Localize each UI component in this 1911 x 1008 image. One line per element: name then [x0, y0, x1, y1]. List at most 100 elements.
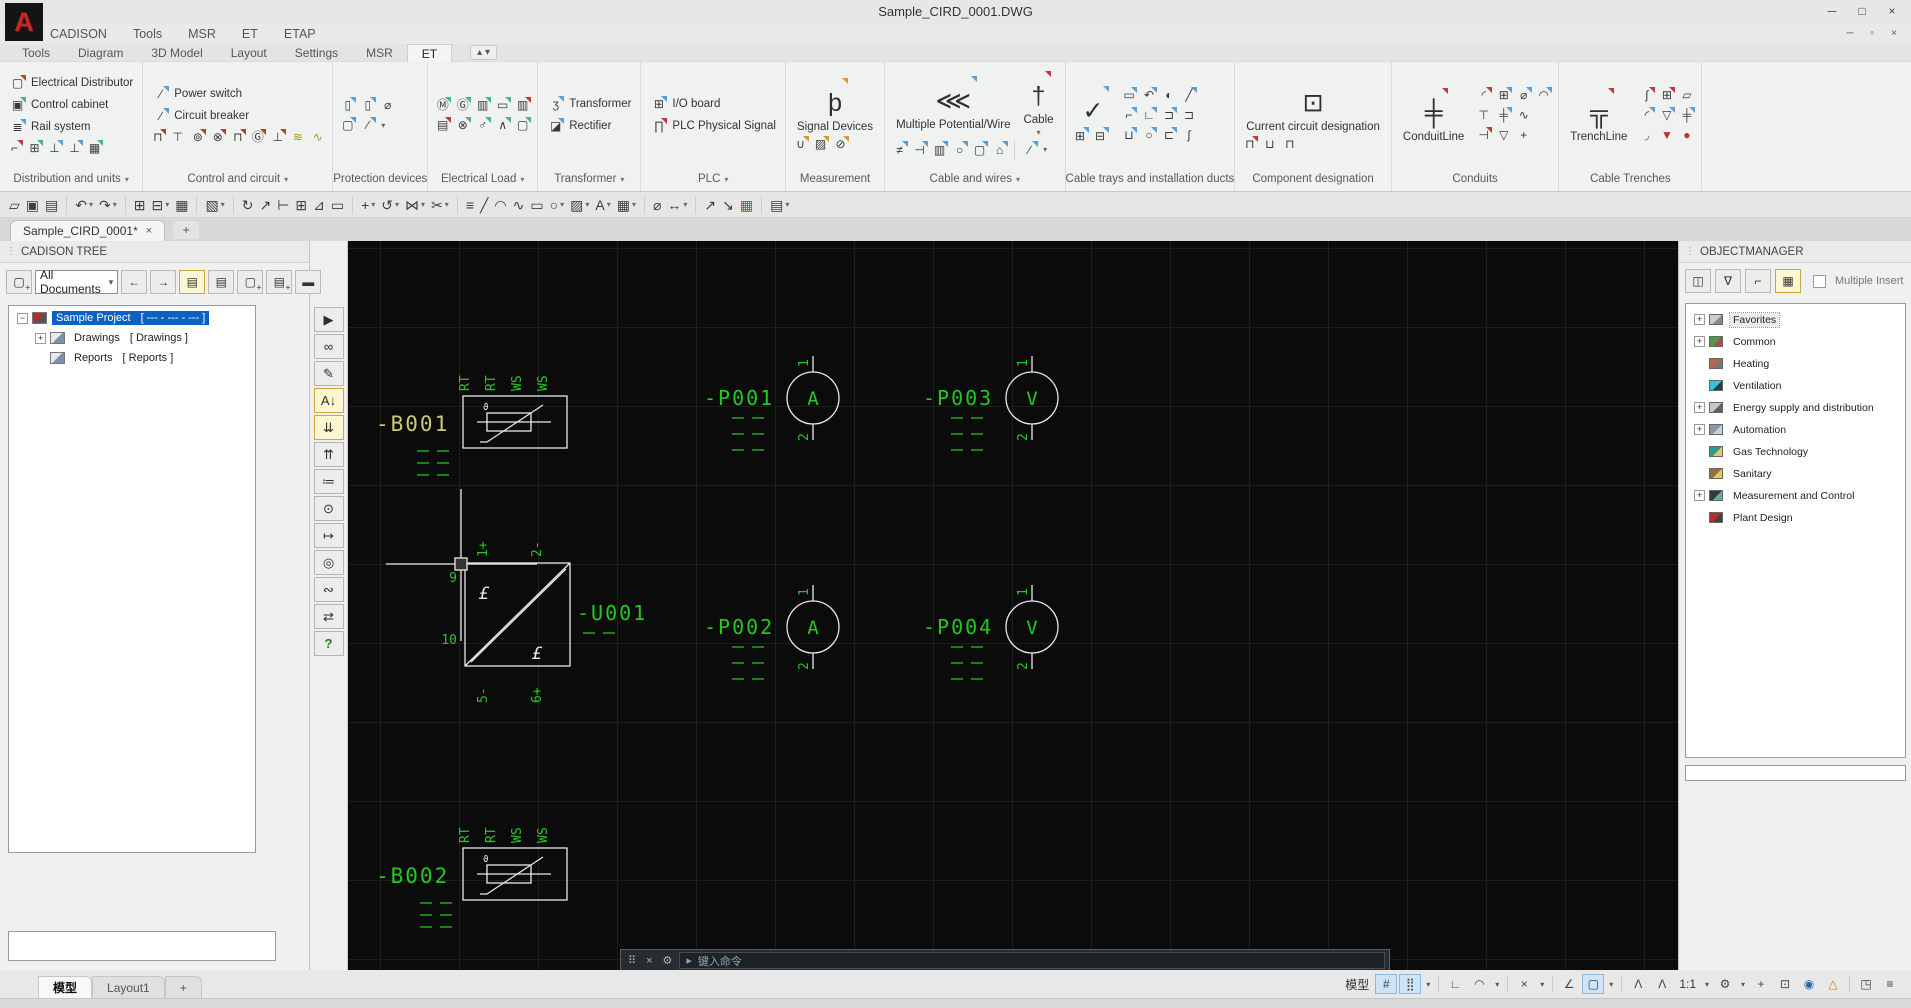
annotation-autoscale-toggle[interactable]: Λ — [1651, 974, 1673, 994]
sheet-set-button[interactable]: ⊟▾ — [148, 194, 172, 216]
sensor-b001-characteristic[interactable] — [480, 405, 543, 442]
sort-alpha-button[interactable]: A↓ — [314, 388, 344, 413]
ribbon-tab-layout[interactable]: Layout — [217, 44, 281, 62]
cabinet-grid-button[interactable]: ⊞ — [26, 140, 43, 157]
document-tab[interactable]: Sample_CIRD_0001*× — [10, 220, 165, 241]
osnap-caret[interactable]: ▾ — [1606, 974, 1616, 994]
child-minimize-button[interactable]: ─ — [1839, 25, 1861, 41]
plug-button[interactable]: ♂ — [474, 117, 491, 134]
earth-bar-button[interactable]: ⊥ — [46, 140, 63, 157]
annotation-visibility-toggle[interactable]: Λ — [1627, 974, 1649, 994]
meter-p003-terminal-2[interactable]: 2 — [1016, 433, 1031, 441]
meter-p002-designation[interactable]: -P002 — [704, 615, 774, 639]
close-button[interactable]: × — [1877, 0, 1907, 22]
meter-p001-terminal-2[interactable]: 2 — [797, 433, 812, 441]
fuse-switch-button[interactable]: ▢ — [339, 117, 356, 134]
tree-expander[interactable]: + — [35, 333, 46, 344]
menu-item-etap[interactable]: ETAP — [284, 27, 316, 41]
duct-straight-button[interactable]: ▭ — [1120, 87, 1137, 104]
new-table-button[interactable]: ▦ — [172, 194, 191, 216]
fuse-holder-button[interactable]: ▯ — [339, 97, 356, 114]
line[interactable] — [471, 569, 566, 662]
cable-button[interactable]: †Cable▾ — [1018, 71, 1058, 137]
trim-button[interactable]: ✂▾ — [428, 194, 452, 216]
om-filter-button[interactable]: ∇ — [1715, 269, 1741, 293]
tree-expander[interactable]: + — [1694, 402, 1705, 413]
sheet-settings-button[interactable]: ▤▾ — [767, 194, 792, 216]
connection-point-button[interactable]: ⊣ — [911, 141, 928, 158]
ribbon-tab-et[interactable]: ET — [407, 44, 452, 62]
distributor-strip-button[interactable]: ⌐ — [6, 140, 23, 157]
power-switch-button[interactable]: ∕Power switch — [149, 85, 245, 104]
circuit-breaker-button[interactable]: ∕Circuit breaker — [149, 107, 252, 126]
om-item-heating[interactable]: Heating — [1686, 356, 1905, 371]
meter-p004-terminal-2[interactable]: 2 — [1016, 662, 1031, 670]
trench-sbend-button[interactable]: ∫ — [1638, 87, 1655, 104]
zoom-object-button[interactable]: ⊙ — [314, 496, 344, 521]
cable-tray-button[interactable]: ✓ — [1072, 86, 1115, 124]
signal-percent-button[interactable]: ▨ — [812, 136, 829, 153]
io-board-button[interactable]: ⊞I/O board — [647, 95, 723, 114]
geolocation-button[interactable]: ◉ — [1798, 974, 1820, 994]
annotation-scale-caret[interactable]: ▾ — [1702, 974, 1712, 994]
converter-u001-terminal-6plus[interactable]: 6+ — [530, 687, 545, 703]
export-view-button[interactable]: ↗ — [256, 194, 274, 216]
om-item-common[interactable]: +Common — [1686, 334, 1905, 349]
ribbon-collapse-button[interactable]: ▴ ▾ — [470, 45, 497, 60]
conduit-arc-button[interactable]: ◠ — [1535, 87, 1552, 104]
ribbon-tab-msr[interactable]: MSR — [352, 44, 407, 62]
meter-p002-letter[interactable]: A — [807, 617, 819, 639]
nav-forward-button[interactable]: → — [150, 270, 176, 294]
refresh-button[interactable]: ↻ — [239, 194, 257, 216]
polar-caret[interactable]: ▾ — [1492, 974, 1502, 994]
meter-p004-terminal-1[interactable]: 1 — [1016, 588, 1031, 596]
tray-ruler-button[interactable]: ⊞ — [1072, 127, 1089, 144]
child-close-button[interactable]: × — [1883, 25, 1905, 41]
potential-ring-button[interactable]: ○ — [951, 141, 968, 158]
undo-button[interactable]: ↶▾ — [72, 194, 96, 216]
menu-item-et[interactable]: ET — [242, 27, 258, 41]
sensor-b002-terminal-label[interactable]: WS — [536, 827, 551, 843]
status-menu-button[interactable]: ≡ — [1879, 974, 1901, 994]
ribbon-tab-settings[interactable]: Settings — [281, 44, 352, 62]
circle-button[interactable]: ○▾ — [547, 194, 567, 216]
ribbon-tab-3d-model[interactable]: 3D Model — [137, 44, 216, 62]
om-table-view-button[interactable]: ▦ — [1775, 269, 1801, 293]
surge-arrester-button[interactable]: ∿ — [309, 129, 326, 146]
motor-button[interactable]: Ⓜ — [434, 97, 451, 114]
table-button[interactable]: ▦▾ — [614, 194, 639, 216]
lamp-button[interactable]: ⊗ — [454, 117, 471, 134]
view-wide-button[interactable]: ▬ — [295, 270, 321, 294]
meter-p002-terminal-2[interactable]: 2 — [797, 662, 812, 670]
autocad-logo-icon[interactable]: A — [5, 3, 43, 41]
workspace-gear-button[interactable]: ⚙ — [1714, 974, 1736, 994]
converter-u001-terminal-1plus[interactable]: 1+ — [476, 541, 491, 557]
ribbon-group-label[interactable]: Distribution and units▾ — [0, 168, 142, 190]
meter-p001-terminal-1[interactable]: 1 — [797, 359, 812, 367]
child-restore-button[interactable]: ▫ — [1861, 25, 1883, 41]
dimension-button[interactable]: ↔▾ — [664, 194, 690, 216]
viewport-frame-button[interactable]: ▭ — [328, 194, 347, 216]
link-button[interactable]: ∾ — [314, 577, 344, 602]
generator-circle-button[interactable]: Ⓖ — [249, 129, 266, 146]
plot-preview-button[interactable]: ⊿ — [310, 194, 328, 216]
ribbon-group-label[interactable]: Cable and wires▾ — [885, 168, 1064, 190]
surge-lines-button[interactable]: ≋ — [289, 129, 306, 146]
transformer-load-button[interactable]: ▥ — [474, 97, 491, 114]
new-document-button[interactable]: ▢+ — [6, 270, 32, 294]
align-button[interactable]: ⊢ — [274, 194, 292, 216]
tree-item-reports[interactable]: Reports[ Reports ] — [9, 350, 255, 366]
snap-caret[interactable]: ▾ — [1423, 974, 1433, 994]
om-catalog-edit-button[interactable]: ⌐ — [1745, 269, 1771, 293]
conduit-saddle-button[interactable]: ▽ — [1495, 127, 1512, 144]
grid-toggle[interactable]: # — [1375, 974, 1397, 994]
sensor-b002-terminal-label[interactable]: RT — [484, 827, 499, 843]
tree-expander[interactable]: + — [1694, 336, 1705, 347]
add-column-button[interactable]: ▢+ — [237, 270, 263, 294]
signal-lamps-button[interactable]: ⊗ — [209, 129, 226, 146]
duct-tee-button[interactable]: ⊔ — [1120, 127, 1137, 144]
menu-item-msr[interactable]: MSR — [188, 27, 216, 41]
tree-expander[interactable]: + — [1694, 314, 1705, 325]
signal-devices-button[interactable]: þSignal Devices — [792, 78, 878, 133]
control-cabinet-button[interactable]: ▣Control cabinet — [6, 96, 111, 115]
